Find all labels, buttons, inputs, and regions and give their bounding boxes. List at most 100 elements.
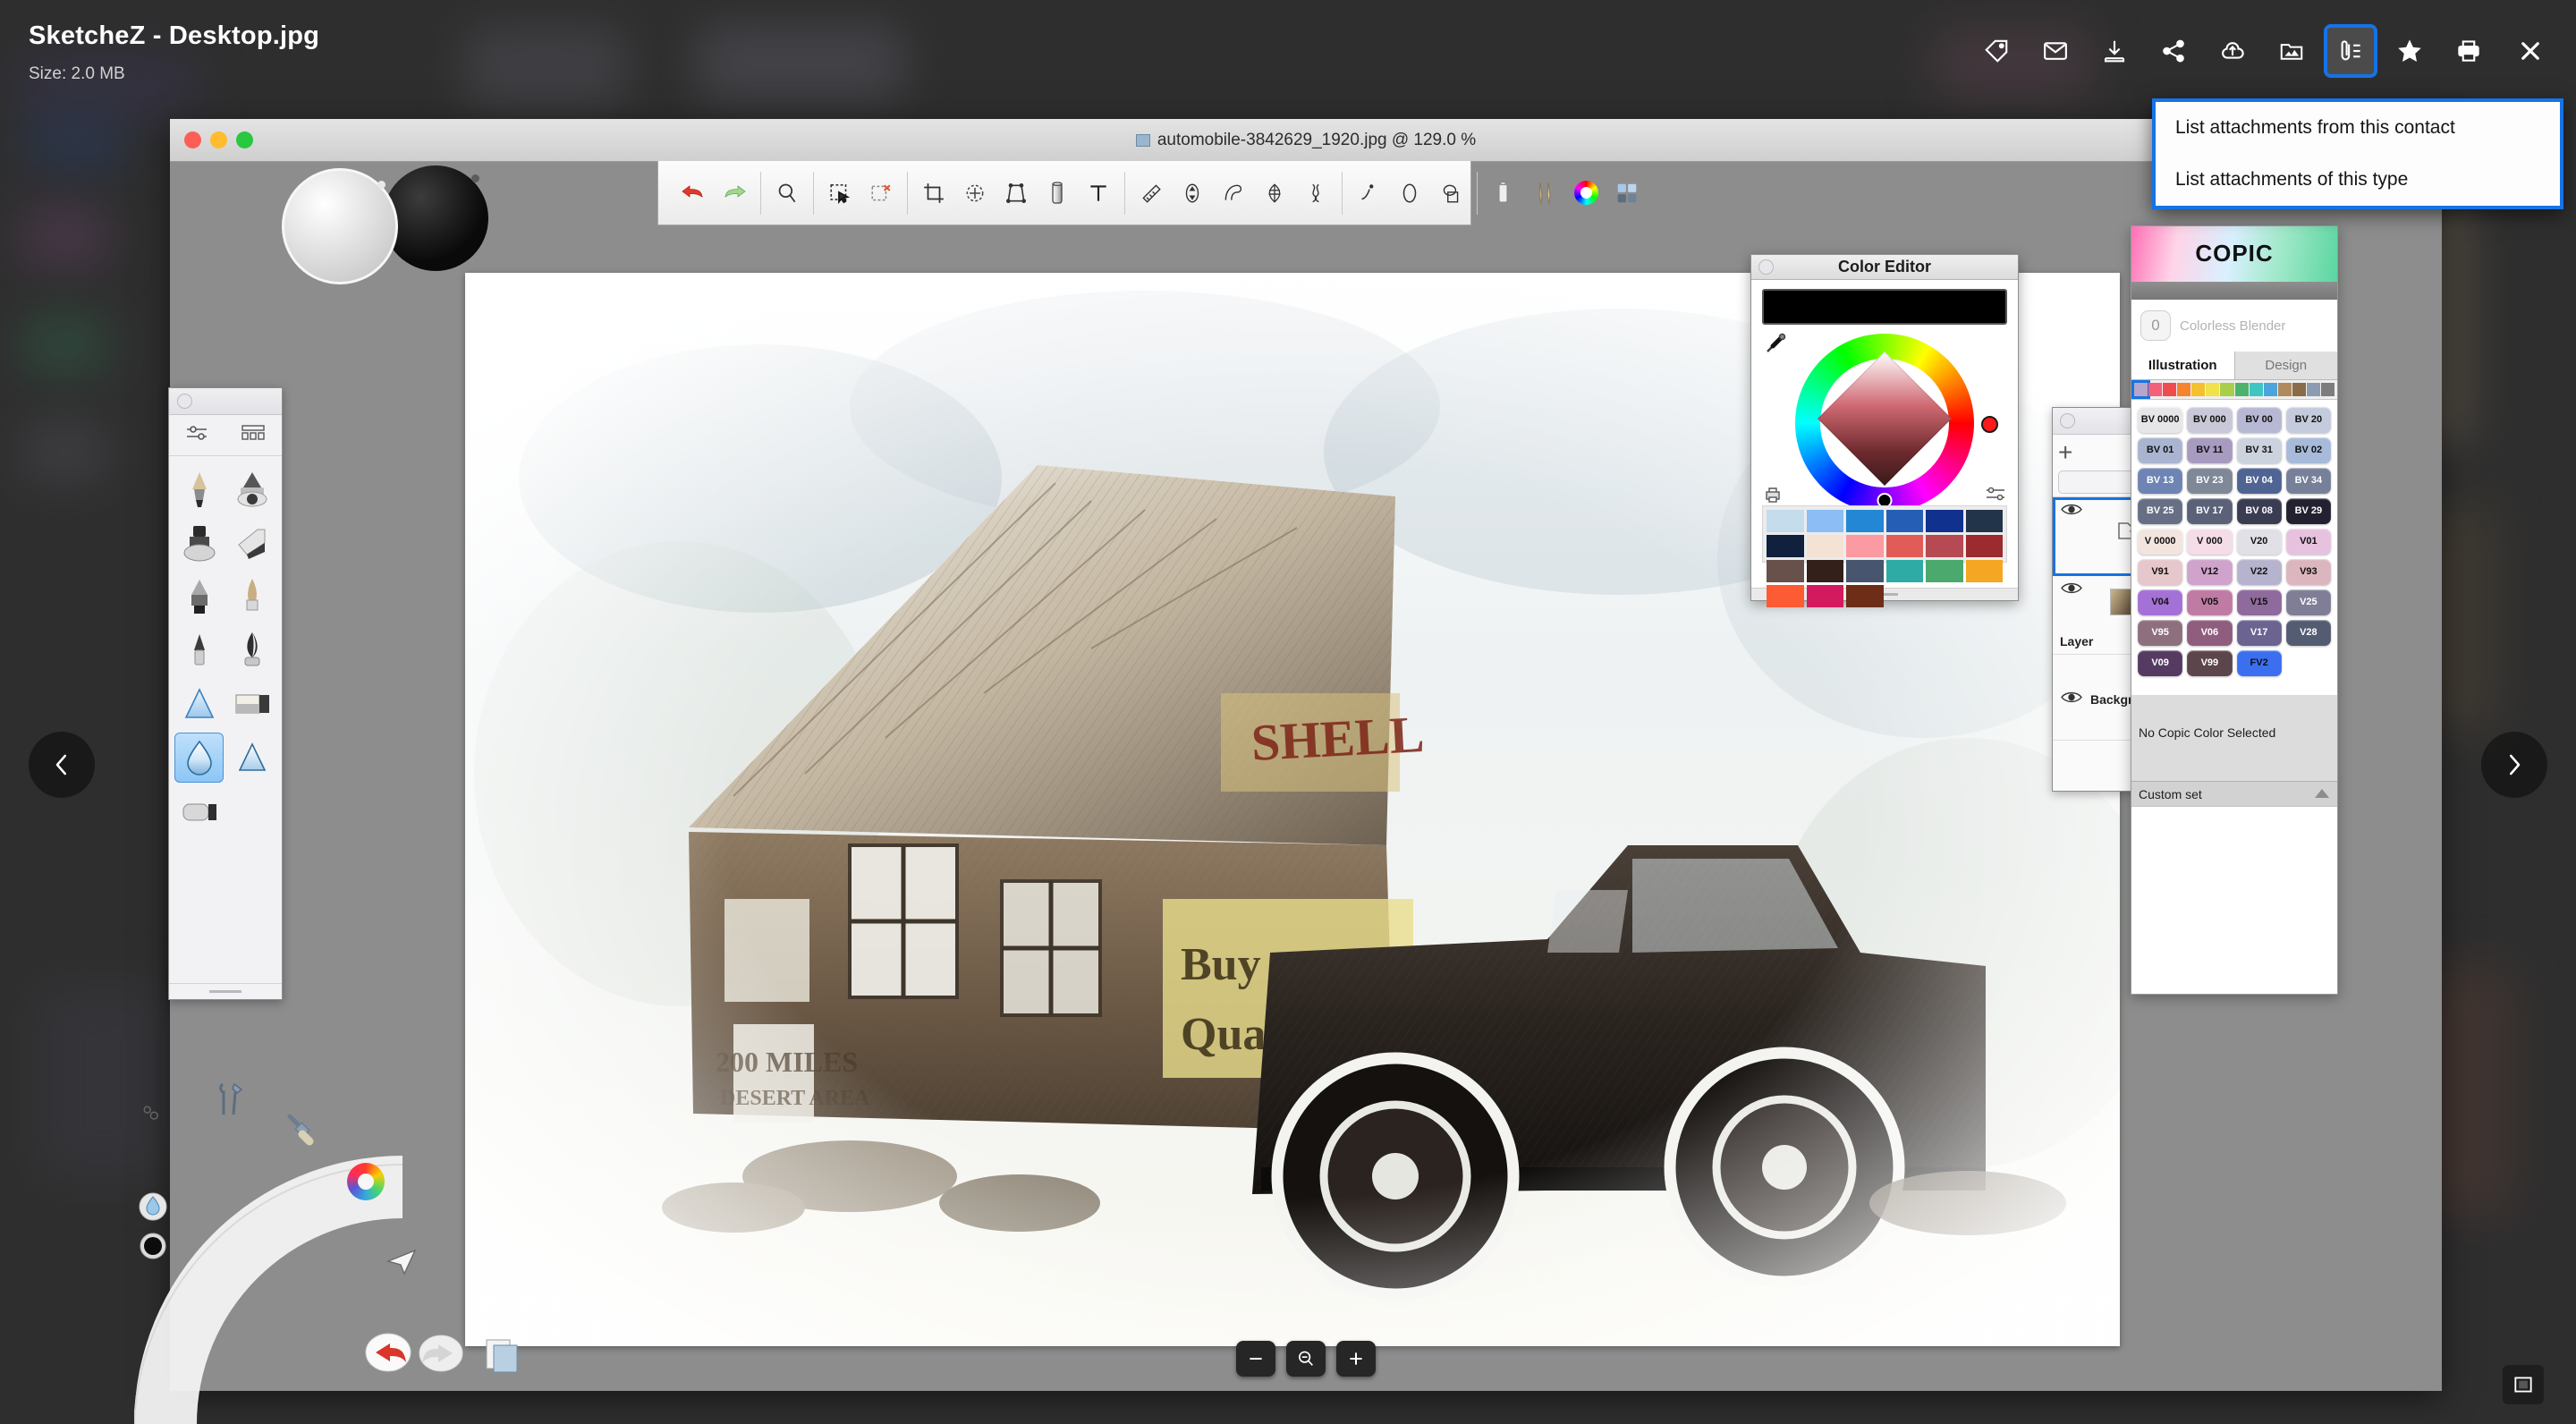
- copic-color-chip[interactable]: V93: [2285, 559, 2331, 585]
- copic-color-chip[interactable]: V04: [2138, 589, 2183, 615]
- color-swatch[interactable]: [1767, 535, 1804, 557]
- hue-marker[interactable]: [1981, 416, 1998, 433]
- copic-color-chip[interactable]: BV 0000: [2138, 407, 2183, 433]
- text-icon[interactable]: [1079, 173, 1118, 214]
- black-color-indicator[interactable]: [138, 1231, 168, 1266]
- color-swatch[interactable]: [1767, 510, 1804, 532]
- tab-illustration[interactable]: Illustration: [2131, 352, 2235, 379]
- nib-pen-tool[interactable]: [227, 572, 276, 622]
- color-swatch[interactable]: [1965, 510, 2003, 532]
- copic-color-chip[interactable]: V28: [2285, 620, 2331, 646]
- crop-icon[interactable]: [914, 173, 953, 214]
- color-swatch[interactable]: [1806, 510, 1843, 532]
- eyedropper-icon[interactable]: [1764, 332, 1787, 360]
- pencil-tool[interactable]: [174, 464, 224, 514]
- download-icon[interactable]: [2091, 28, 2138, 74]
- copic-color-chip[interactable]: V01: [2285, 529, 2331, 555]
- color-swatch[interactable]: [1846, 585, 1884, 607]
- copic-color-chip[interactable]: V09: [2138, 650, 2183, 676]
- pen-tool[interactable]: [174, 572, 224, 622]
- copic-color-chip[interactable]: BV 25: [2138, 498, 2183, 524]
- redo-icon[interactable]: [715, 173, 754, 214]
- copic-color-chip[interactable]: V91: [2138, 559, 2183, 585]
- water-drop-indicator[interactable]: [138, 1191, 168, 1226]
- zoom-out-button[interactable]: [1236, 1341, 1275, 1377]
- ruler-icon[interactable]: [1131, 173, 1171, 214]
- undo-icon[interactable]: [365, 1333, 411, 1377]
- undo-icon[interactable]: [674, 173, 713, 214]
- menu-item-list-of-type[interactable]: List attachments of this type: [2156, 154, 2560, 206]
- color-swatch[interactable]: [1767, 585, 1804, 607]
- tools-icon[interactable]: [213, 1081, 249, 1123]
- roller-tool[interactable]: [174, 786, 224, 836]
- fullscreen-toggle-button[interactable]: [2503, 1365, 2544, 1404]
- color-swatch[interactable]: [1806, 535, 1843, 557]
- copic-color-chip[interactable]: BV 34: [2285, 468, 2331, 494]
- marker-tool[interactable]: [174, 518, 224, 568]
- copic-color-chip[interactable]: V05: [2187, 589, 2233, 615]
- zoom-reset-button[interactable]: [1286, 1341, 1326, 1377]
- tag-icon[interactable]: [1973, 28, 2020, 74]
- perspective-icon[interactable]: [996, 173, 1036, 214]
- copic-color-chip[interactable]: V 0000: [2138, 529, 2183, 555]
- swatches-icon[interactable]: [1607, 173, 1647, 214]
- copic-hue-swatch[interactable]: [2234, 383, 2249, 396]
- color-swatch[interactable]: [1965, 535, 2003, 557]
- settings-icon[interactable]: [140, 1102, 163, 1130]
- copic-color-chip[interactable]: BV 17: [2187, 498, 2233, 524]
- layers-icon[interactable]: [481, 1333, 522, 1378]
- copic-color-chip[interactable]: BV 31: [2236, 437, 2282, 463]
- sliders-icon[interactable]: [184, 423, 209, 447]
- shape-3d-icon[interactable]: [1431, 173, 1470, 214]
- curve-tool-icon[interactable]: [1214, 173, 1253, 214]
- copic-color-chip[interactable]: BV 08: [2236, 498, 2282, 524]
- copic-color-chip[interactable]: FV2: [2236, 650, 2282, 676]
- copic-hue-swatch[interactable]: [2292, 383, 2306, 396]
- deselect-icon[interactable]: [861, 173, 901, 214]
- previous-image-button[interactable]: [29, 732, 95, 798]
- copic-color-chip[interactable]: BV 04: [2236, 468, 2282, 494]
- palette-collapse-icon[interactable]: [177, 394, 192, 409]
- copic-color-chip[interactable]: BV 02: [2285, 437, 2331, 463]
- copic-hue-swatch[interactable]: [2306, 383, 2321, 396]
- tab-design[interactable]: Design: [2235, 352, 2338, 379]
- symmetry-icon[interactable]: [1255, 173, 1294, 214]
- current-color-swatch[interactable]: [1762, 289, 2007, 325]
- copic-color-chip[interactable]: V 000: [2187, 529, 2233, 555]
- copic-hue-swatch[interactable]: [2321, 383, 2335, 396]
- collapse-chevron-icon[interactable]: [2314, 787, 2330, 801]
- colorless-blender-row[interactable]: 0 Colorless Blender: [2131, 300, 2337, 352]
- copic-color-chip[interactable]: BV 11: [2187, 437, 2233, 463]
- airbrush-tool[interactable]: [227, 464, 276, 514]
- color-swatch[interactable]: [1806, 585, 1843, 607]
- transform-icon[interactable]: [955, 173, 995, 214]
- tool-palette-titlebar[interactable]: [169, 388, 282, 415]
- layer-visibility-icon[interactable]: [2060, 691, 2083, 704]
- copic-hue-swatch[interactable]: [2206, 383, 2220, 396]
- background-color-indicator[interactable]: [383, 165, 488, 271]
- color-swatch[interactable]: [1846, 510, 1884, 532]
- copic-color-chip[interactable]: V20: [2236, 529, 2282, 555]
- cursor-icon[interactable]: [383, 1243, 420, 1285]
- tool-palette-resize-handle[interactable]: [169, 983, 282, 999]
- print-icon[interactable]: [2445, 28, 2492, 74]
- custom-set-row[interactable]: Custom set: [2131, 781, 2337, 806]
- menu-item-list-from-contact[interactable]: List attachments from this contact: [2156, 102, 2560, 154]
- wave-icon[interactable]: [1296, 173, 1335, 214]
- bucket-fill-icon[interactable]: [1038, 173, 1077, 214]
- foreground-color-indicator[interactable]: [282, 168, 398, 284]
- copic-hue-swatch[interactable]: [2263, 383, 2277, 396]
- color-swatch[interactable]: [1885, 535, 1923, 557]
- calligraphy-tool[interactable]: [227, 625, 276, 675]
- copic-color-chip[interactable]: BV 13: [2138, 468, 2183, 494]
- brush-icon[interactable]: [284, 1113, 318, 1153]
- gradient-tool[interactable]: [227, 733, 276, 783]
- color-swatch[interactable]: [1767, 560, 1804, 582]
- cloud-upload-icon[interactable]: [2209, 28, 2256, 74]
- next-image-button[interactable]: [2481, 732, 2547, 798]
- copic-hue-swatch[interactable]: [2277, 383, 2292, 396]
- copic-color-chip[interactable]: V06: [2187, 620, 2233, 646]
- color-swatch[interactable]: [1926, 560, 1963, 582]
- color-wheel-icon[interactable]: [347, 1163, 385, 1200]
- copic-color-chip[interactable]: V25: [2285, 589, 2331, 615]
